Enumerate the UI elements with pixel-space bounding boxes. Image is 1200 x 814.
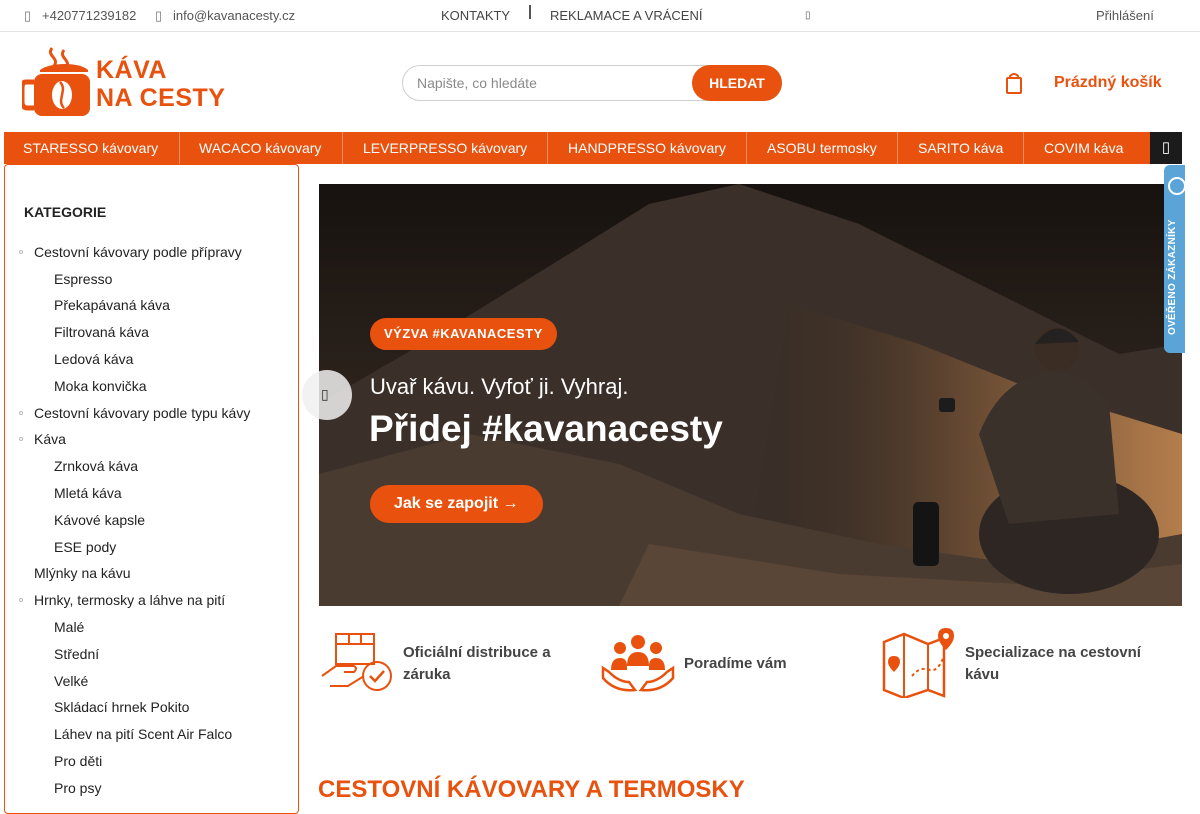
search-input[interactable]	[403, 66, 693, 100]
banner-cta-button[interactable]: Jak se zapojit →	[370, 485, 543, 523]
phone-link[interactable]: ▯ +420771239182	[24, 8, 136, 24]
bullet-icon	[19, 598, 23, 602]
nav-more-button[interactable]: ▯	[1150, 132, 1182, 164]
nav-item-asobu[interactable]: ASOBU termosky	[767, 132, 877, 164]
sidebar-item-pokito[interactable]: Skládací hrnek Pokito	[54, 699, 189, 715]
logo-text-line1: KÁVA	[96, 56, 167, 84]
menu-icon: ▯	[1161, 139, 1171, 156]
nav-divider	[179, 132, 180, 164]
sidebar-item-grinders[interactable]: Mlýnky na kávu	[34, 565, 130, 581]
sidebar-item-kids[interactable]: Pro děti	[54, 753, 102, 769]
sidebar-item-capsules[interactable]: Kávové kapsle	[54, 512, 145, 528]
nav-divider	[1023, 132, 1024, 164]
sidebar-item-beans[interactable]: Zrnková káva	[54, 458, 138, 474]
sidebar-item-ese-pods[interactable]: ESE pody	[54, 539, 116, 555]
top-separator	[529, 5, 531, 19]
banner-title: Přidej #kavanacesty	[369, 408, 723, 449]
verified-badge-icon	[1168, 177, 1186, 195]
nav-divider	[342, 132, 343, 164]
reviews-label: OVĚŘENO ZÁKAZNÍKY	[1167, 219, 1178, 335]
sidebar-item-espresso[interactable]: Espresso	[54, 271, 112, 287]
hero-banner[interactable]: VÝZVA #KAVANACESTY Uvař kávu. Vyfoť ji. …	[319, 184, 1182, 606]
bullet-icon	[19, 437, 23, 441]
main-navigation: STARESSO kávovary WACACO kávovary LEVERP…	[4, 132, 1182, 164]
logo-text-line2: NA CESTY	[96, 84, 226, 112]
envelope-icon: ▯	[155, 8, 163, 23]
site-logo[interactable]: KÁVA NA CESTY	[19, 46, 225, 118]
sidebar-item-dogs[interactable]: Pro psy	[54, 780, 101, 796]
cart-status[interactable]: Prázdný košík	[1054, 74, 1162, 92]
banner-subtitle: Uvař kávu. Vyfoť ji. Vyhraj.	[370, 374, 629, 399]
search-box: HLEDAT	[402, 65, 782, 101]
people-hands-icon	[601, 635, 675, 692]
bullet-icon	[19, 250, 23, 254]
sidebar-item-large[interactable]: Velké	[54, 673, 88, 689]
sidebar-item-ground[interactable]: Mletá káva	[54, 485, 122, 501]
phone-icon: ▯	[24, 8, 32, 23]
sidebar-item-pour-over[interactable]: Překapávaná káva	[54, 297, 170, 313]
login-link[interactable]: Přihlášení	[1096, 8, 1154, 23]
sidebar-item-travel-by-type[interactable]: Cestovní kávovary podle typu kávy	[34, 405, 250, 421]
sidebar-item-travel-by-prep[interactable]: Cestovní kávovary podle přípravy	[34, 244, 242, 260]
returns-link[interactable]: REKLAMACE A VRÁCENÍ	[550, 8, 702, 23]
slider-prev-button[interactable]: ▯	[302, 370, 352, 420]
banner-badge: VÝZVA #KAVANACESTY	[370, 318, 557, 350]
sidebar-item-filtered[interactable]: Filtrovaná káva	[54, 324, 149, 340]
nav-item-staresso[interactable]: STARESSO kávovary	[23, 132, 158, 164]
map-pin-icon	[882, 628, 954, 698]
dropdown-icon[interactable]: ▯	[805, 10, 811, 21]
nav-item-covim[interactable]: COVIM káva	[1044, 132, 1123, 164]
sidebar-item-medium[interactable]: Střední	[54, 646, 99, 662]
nav-item-wacaco[interactable]: WACACO kávovary	[199, 132, 321, 164]
nav-divider	[897, 132, 898, 164]
sidebar-item-coffee[interactable]: Káva	[34, 431, 66, 447]
chevron-left-icon: ▯	[321, 386, 329, 402]
feature-advice: Poradíme vám	[684, 655, 787, 672]
sidebar-item-scent-air[interactable]: Láhev na pití Scent Air Falco	[54, 726, 232, 742]
email-link[interactable]: ▯ info@kavanacesty.cz	[155, 8, 295, 24]
box-check-icon	[321, 633, 392, 691]
nav-item-sarito[interactable]: SARITO káva	[918, 132, 1003, 164]
top-bar: ▯ +420771239182 ▯ info@kavanacesty.cz KONT…	[0, 0, 1200, 32]
sidebar-item-moka[interactable]: Moka konvička	[54, 378, 147, 394]
feature-specialization: Specializace na cestovní kávu	[965, 644, 1141, 683]
sidebar-item-small[interactable]: Malé	[54, 619, 84, 635]
nav-divider	[547, 132, 548, 164]
sidebar-item-iced[interactable]: Ledová káva	[54, 351, 133, 367]
nav-divider	[746, 132, 747, 164]
sidebar-item-mugs[interactable]: Hrnky, termosky a láhve na pití	[34, 592, 225, 608]
cart-icon[interactable]	[1006, 72, 1022, 94]
bullet-icon	[19, 411, 23, 415]
nav-item-leverpresso[interactable]: LEVERPRESSO kávovary	[363, 132, 527, 164]
reviews-tab[interactable]: OVĚŘENO ZÁKAZNÍKY	[1164, 165, 1186, 353]
contacts-link[interactable]: KONTAKTY	[441, 8, 510, 23]
search-button[interactable]: HLEDAT	[692, 65, 782, 101]
category-sidebar: KATEGORIE Cestovní kávovary podle přípra…	[4, 164, 299, 814]
sidebar-heading: KATEGORIE	[24, 204, 107, 220]
nav-item-handpresso[interactable]: HANDPRESSO kávovary	[568, 132, 726, 164]
feature-official: Oficiální distribuce a záruka	[403, 644, 551, 683]
